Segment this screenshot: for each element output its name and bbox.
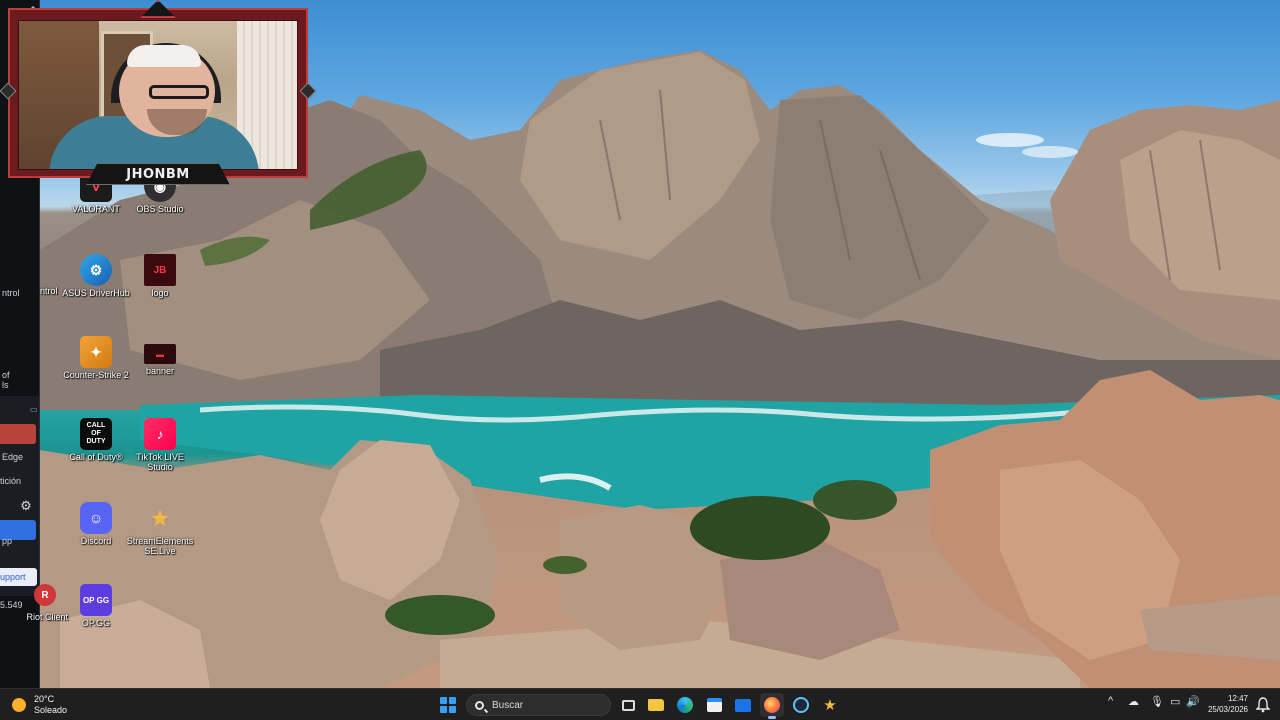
left-strip-text-6: pp xyxy=(2,536,13,546)
left-strip-text-2: of xyxy=(2,370,10,380)
firefox-icon xyxy=(764,697,780,713)
streamer-cap xyxy=(127,45,201,67)
desktop-icon-label: Discord xyxy=(80,536,112,546)
logo-file-icon: JB xyxy=(144,254,176,286)
folder-icon xyxy=(648,699,664,711)
desktop-icon-banner[interactable]: ▬ banner xyxy=(124,336,196,376)
desktop-icon-label: TikTok LIVE Studio xyxy=(136,452,184,472)
search-placeholder: Buscar xyxy=(492,699,524,711)
sun-icon xyxy=(12,698,26,712)
notification-bell-icon[interactable] xyxy=(1255,697,1271,713)
store-button[interactable] xyxy=(702,693,726,717)
desktop-icon-label: banner xyxy=(145,366,175,376)
desktop-icon-opgg[interactable]: OP GG OP.GG xyxy=(60,584,132,628)
steam-button[interactable] xyxy=(789,693,813,717)
mail-button[interactable] xyxy=(731,693,755,717)
task-view-icon xyxy=(621,699,635,711)
asus-driverhub-icon: ⚙ xyxy=(80,254,112,286)
clock-date: 25/03/2026 xyxy=(1207,705,1248,714)
microphone-icon[interactable]: 🎙 xyxy=(1150,695,1164,708)
desktop-icon-partial-control[interactable]: ntrol xyxy=(40,286,58,296)
call-of-duty-icon: CALL OF DUTY xyxy=(80,418,112,450)
left-strip-text-4: Edge xyxy=(2,452,24,462)
desktop-icon-logo[interactable]: JB logo xyxy=(124,254,196,298)
store-icon xyxy=(706,698,722,712)
desktop-icon-label: logo xyxy=(151,288,169,298)
chevron-up-icon[interactable]: ^ xyxy=(1108,695,1113,707)
desktop-icon-label: Call of Duty® xyxy=(69,452,123,462)
weather-temp: 20°C xyxy=(34,694,55,704)
counter-strike-icon: ✦ xyxy=(80,336,112,368)
desktop-icon-label: StreamElements SE.Live xyxy=(126,536,194,556)
taskbar-clock[interactable]: 12:47 25/03/2026 xyxy=(1202,693,1248,715)
streamelements-taskbar-button[interactable]: ★ xyxy=(818,693,842,717)
desktop-icon-label: Counter-Strike 2 xyxy=(63,370,129,380)
clock-time: 12:47 xyxy=(1227,694,1248,703)
desktop-icon-riot-client[interactable]: R Riot Client xyxy=(4,584,68,622)
riot-client-icon: R xyxy=(34,584,56,606)
weather-condition: Soleado xyxy=(34,705,68,715)
left-strip-text-5: tición xyxy=(0,476,22,486)
taskbar: 20°C Soleado Buscar ★ ^ ☁ 🎙 ▭ 🔊 12:47 25… xyxy=(0,688,1280,720)
banner-file-icon: ▬ xyxy=(144,344,176,364)
start-button[interactable] xyxy=(440,697,456,713)
opgg-icon: OP GG xyxy=(80,584,112,616)
edge-button[interactable] xyxy=(673,693,697,717)
desktop-icon-label: VALORANT xyxy=(72,204,120,214)
streamelements-icon: ★ xyxy=(151,507,169,530)
gear-icon[interactable]: ⚙ xyxy=(18,498,34,514)
weather-widget[interactable]: 20°C Soleado xyxy=(12,694,67,716)
search-icon xyxy=(475,700,484,710)
tiktok-live-icon: ♪ xyxy=(144,418,176,450)
taskbar-search[interactable]: Buscar xyxy=(466,694,611,716)
task-view-button[interactable] xyxy=(616,693,640,717)
edge-icon xyxy=(677,697,693,713)
discord-icon: ☺ xyxy=(80,502,112,534)
desktop-icon-asus-driverhub[interactable]: ⚙ ASUS DriverHub xyxy=(60,254,132,298)
desktop-icon-label: OP.GG xyxy=(81,618,111,628)
left-strip-text-3: ls xyxy=(2,380,9,390)
mail-icon xyxy=(735,698,751,712)
volume-icon[interactable]: 🔊 xyxy=(1186,695,1200,708)
weather-text: 20°C Soleado xyxy=(34,694,67,716)
cloud-icon[interactable]: ☁ xyxy=(1128,695,1139,708)
desktop-icon-label: Riot Client xyxy=(26,612,68,622)
steam-icon xyxy=(793,697,809,713)
firefox-button[interactable] xyxy=(760,693,784,719)
desktop-icon-discord[interactable]: ☺ Discord xyxy=(60,502,132,546)
desktop-icon-counter-strike[interactable]: ✦ Counter-Strike 2 xyxy=(60,336,132,380)
desktop-icon-label: OBS Studio xyxy=(136,204,184,214)
left-strip-text-1: ntrol xyxy=(2,288,20,298)
desktop-icon-tiktok-live[interactable]: ♪ TikTok LIVE Studio xyxy=(124,418,196,472)
left-strip-red-button[interactable] xyxy=(0,424,36,444)
webcam-feed xyxy=(18,20,298,170)
webcam-overlay: JHONBM xyxy=(0,0,317,185)
desktop-icon-label: ASUS DriverHub xyxy=(62,288,130,298)
network-icon[interactable]: ▭ xyxy=(1170,695,1180,708)
streamer-nameplate: JHONBM xyxy=(86,163,230,185)
file-explorer-button[interactable] xyxy=(644,693,668,717)
desktop-icon-call-of-duty[interactable]: CALL OF DUTY Call of Duty® xyxy=(60,418,132,462)
streamer-glasses xyxy=(149,85,209,99)
desktop-icon-streamelements[interactable]: ★ StreamElements SE.Live xyxy=(124,502,196,557)
panel-corner-icon[interactable]: ▭ xyxy=(30,405,38,414)
streamelements-icon: ★ xyxy=(823,697,837,714)
